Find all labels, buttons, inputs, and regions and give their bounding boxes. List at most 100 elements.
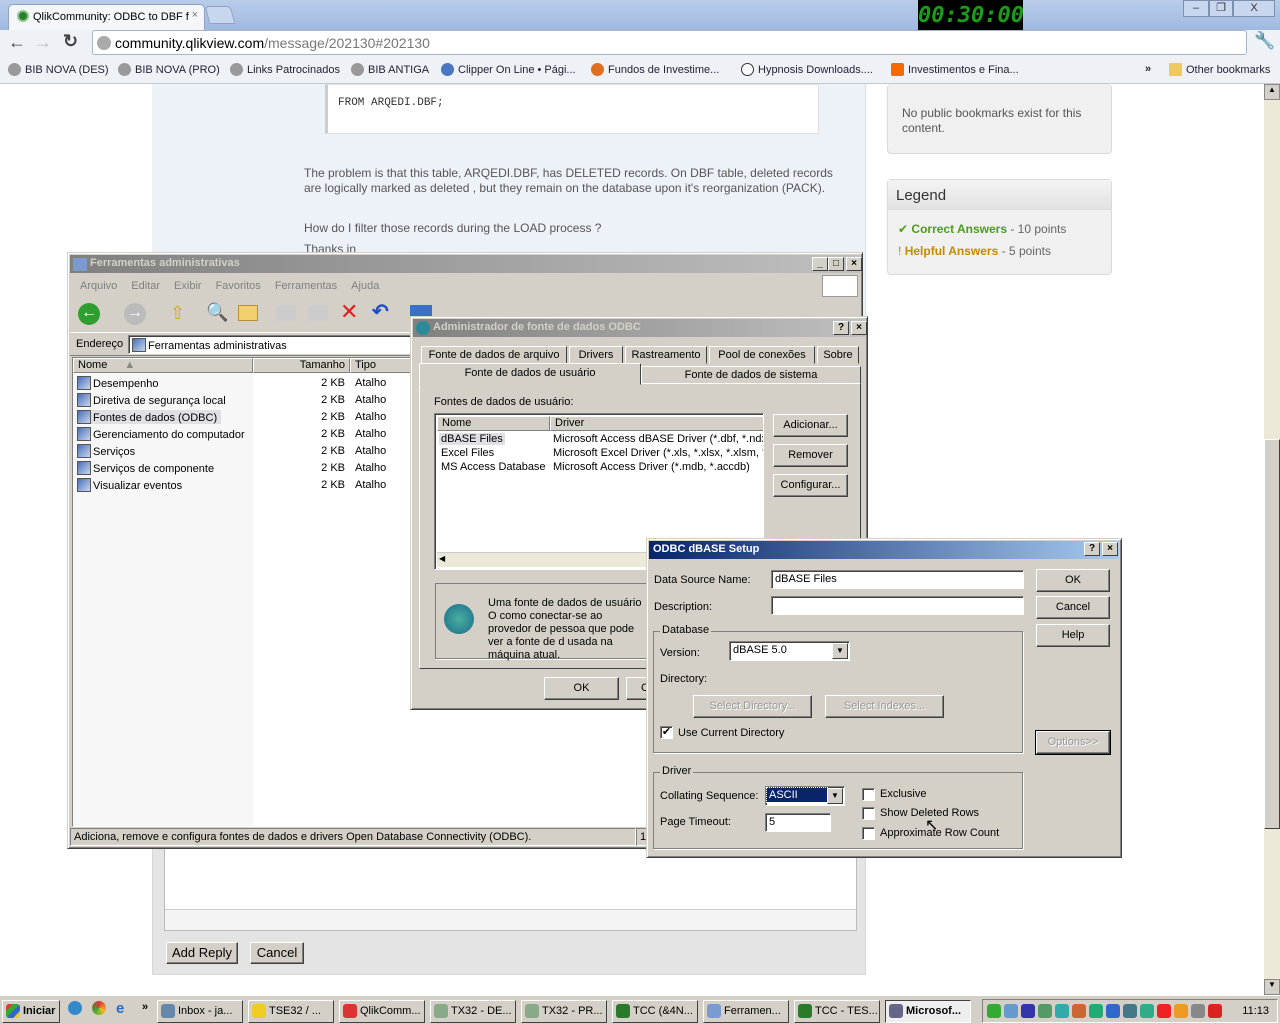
help-button[interactable]: ? <box>833 321 849 335</box>
new-tab-button[interactable] <box>204 6 236 24</box>
ok-button[interactable]: OK <box>544 677 619 700</box>
close-button[interactable]: X <box>1233 0 1275 17</box>
close-button[interactable]: × <box>851 321 867 335</box>
tray-icon[interactable] <box>1072 1004 1086 1018</box>
file-row[interactable]: Visualizar eventos <box>77 478 186 492</box>
minimize-button[interactable]: _ <box>812 257 828 271</box>
tray-icon[interactable] <box>1004 1004 1018 1018</box>
menu-editar[interactable]: Editar <box>131 280 160 292</box>
taskbar-item[interactable]: TX32 - DE... <box>430 1000 516 1023</box>
page-scrollbar[interactable]: ▲ ▼ <box>1264 84 1280 995</box>
tray-icon[interactable] <box>1055 1004 1069 1018</box>
column-header-name[interactable]: Nome ▲ <box>73 358 253 373</box>
folders-icon[interactable] <box>238 305 258 321</box>
start-button[interactable]: Iniciar <box>2 1000 60 1023</box>
add-button[interactable]: Adicionar... <box>773 414 848 437</box>
column-header-name[interactable]: Nome <box>437 416 550 431</box>
dsn-name[interactable]: MS Access Database <box>439 461 548 473</box>
tab-1[interactable]: Drivers <box>569 346 623 364</box>
bookmark-item[interactable]: Hypnosis Downloads.... <box>741 63 873 76</box>
file-row[interactable]: Fontes de dados (ODBC) <box>77 410 222 424</box>
address-bar[interactable]: community.qlikview.com/message/202130#20… <box>92 30 1247 55</box>
cancel-button[interactable]: Cancel <box>1036 596 1110 619</box>
move-to-icon[interactable] <box>276 305 296 321</box>
help-button[interactable]: ? <box>1084 542 1100 556</box>
chrome-icon[interactable] <box>92 1001 106 1015</box>
bookmark-item[interactable]: BIB NOVA (DES) <box>8 63 109 76</box>
menu-arquivo[interactable]: Arquivo <box>80 280 117 292</box>
column-header-size[interactable]: Tamanho <box>253 358 350 373</box>
forward-icon[interactable]: → <box>34 32 52 53</box>
bookmark-item[interactable]: Clipper On Line • Pági... <box>441 63 576 76</box>
forward-icon[interactable]: → <box>124 303 146 325</box>
dsn-name[interactable]: dBASE Files <box>439 433 505 445</box>
configure-button[interactable]: Configurar... <box>773 474 848 497</box>
column-header-driver[interactable]: Driver <box>550 416 763 431</box>
tab-3[interactable]: Pool de conexões <box>709 346 815 364</box>
tab-2[interactable]: Rastreamento <box>625 346 707 364</box>
restore-button[interactable]: ❐ <box>1209 0 1233 17</box>
tab-user-dsn[interactable]: Fonte de dados de usuário <box>419 363 641 385</box>
select-indexes-button[interactable]: Select Indexes... <box>825 695 944 718</box>
back-icon[interactable]: ← <box>78 303 100 325</box>
file-row[interactable]: Serviços <box>77 444 139 458</box>
close-button[interactable]: × <box>1102 542 1118 556</box>
approximate-row-count-checkbox[interactable] <box>862 827 875 840</box>
tray-icon[interactable] <box>1038 1004 1052 1018</box>
page-timeout-input[interactable]: 5 <box>765 813 831 832</box>
remove-button[interactable]: Remover <box>773 444 848 467</box>
version-select[interactable]: dBASE 5.0 ▼ <box>729 641 850 661</box>
wrench-icon[interactable]: 🔧 <box>1254 31 1275 51</box>
options-button[interactable]: Options>> <box>1035 730 1111 755</box>
file-row[interactable]: Serviços de componente <box>77 461 218 475</box>
taskbar-item[interactable]: TCC - TES... <box>794 1000 880 1023</box>
menu-ferramentas[interactable]: Ferramentas <box>275 280 337 292</box>
bookmark-item[interactable]: BIB ANTIGA <box>351 63 429 76</box>
add-reply-button[interactable]: Add Reply <box>166 942 238 964</box>
taskbar-item[interactable]: Microsof... <box>885 1000 971 1023</box>
dsn-name[interactable]: Excel Files <box>439 447 496 459</box>
taskbar-item[interactable]: TCC (&4N... <box>612 1000 698 1023</box>
menu-exibir[interactable]: Exibir <box>174 280 202 292</box>
tab-system-dsn[interactable]: Fonte de dados de sistema <box>641 366 861 384</box>
tray-icon[interactable] <box>1089 1004 1103 1018</box>
other-bookmarks[interactable]: Other bookmarks <box>1169 63 1270 76</box>
bookmark-item[interactable]: Investimentos e Fina... <box>891 63 1019 76</box>
reply-editor[interactable] <box>164 849 857 931</box>
quicklaunch-overflow[interactable]: » <box>142 1001 148 1013</box>
bookmark-item[interactable]: Links Patrocinados <box>230 63 340 76</box>
ie-icon[interactable]: e <box>116 1000 124 1017</box>
maximize-button[interactable]: □ <box>828 257 844 271</box>
bookmark-item[interactable]: BIB NOVA (PRO) <box>118 63 220 76</box>
taskbar-item[interactable]: Inbox - ja... <box>157 1000 243 1023</box>
undo-icon[interactable]: ↶ <box>372 299 389 324</box>
dsn-input[interactable]: dBASE Files <box>771 570 1024 589</box>
show-deleted-rows-checkbox[interactable] <box>862 807 875 820</box>
scroll-down-icon[interactable]: ▼ <box>1264 979 1280 995</box>
scroll-thumb[interactable] <box>1264 439 1280 829</box>
select-directory-button[interactable]: Select Directory... <box>693 695 812 718</box>
back-icon[interactable]: ← <box>8 32 26 53</box>
tray-icon[interactable] <box>987 1004 1001 1018</box>
tray-icon[interactable] <box>1208 1004 1222 1018</box>
bookmark-item[interactable]: Fundos de Investime... <box>591 63 719 76</box>
menu-ajuda[interactable]: Ajuda <box>351 280 379 292</box>
tray-icon[interactable] <box>1174 1004 1188 1018</box>
taskbar-item[interactable]: QlikComm... <box>339 1000 425 1023</box>
up-folder-icon[interactable]: ⇧ <box>170 303 185 324</box>
editor-resize-bar[interactable] <box>165 909 856 930</box>
reload-icon[interactable]: ↻ <box>63 31 78 52</box>
tab-0[interactable]: Fonte de dados de arquivo <box>421 346 567 364</box>
use-current-directory-checkbox[interactable]: ✔ <box>660 726 673 739</box>
menu-favoritos[interactable]: Favoritos <box>216 280 261 292</box>
cancel-reply-button[interactable]: Cancel <box>250 942 304 964</box>
close-button[interactable]: × <box>846 257 862 271</box>
minimize-button[interactable]: – <box>1183 0 1209 17</box>
taskbar-item[interactable]: Ferramen... <box>703 1000 789 1023</box>
taskbar-item[interactable]: TSE32 / ... <box>248 1000 334 1023</box>
tray-icon[interactable] <box>1021 1004 1035 1018</box>
collating-select[interactable]: ASCII ▼ <box>765 786 845 806</box>
quicklaunch-icon[interactable] <box>68 1001 82 1015</box>
file-row[interactable]: Diretiva de segurança local <box>77 393 230 407</box>
tray-icon[interactable] <box>1140 1004 1154 1018</box>
